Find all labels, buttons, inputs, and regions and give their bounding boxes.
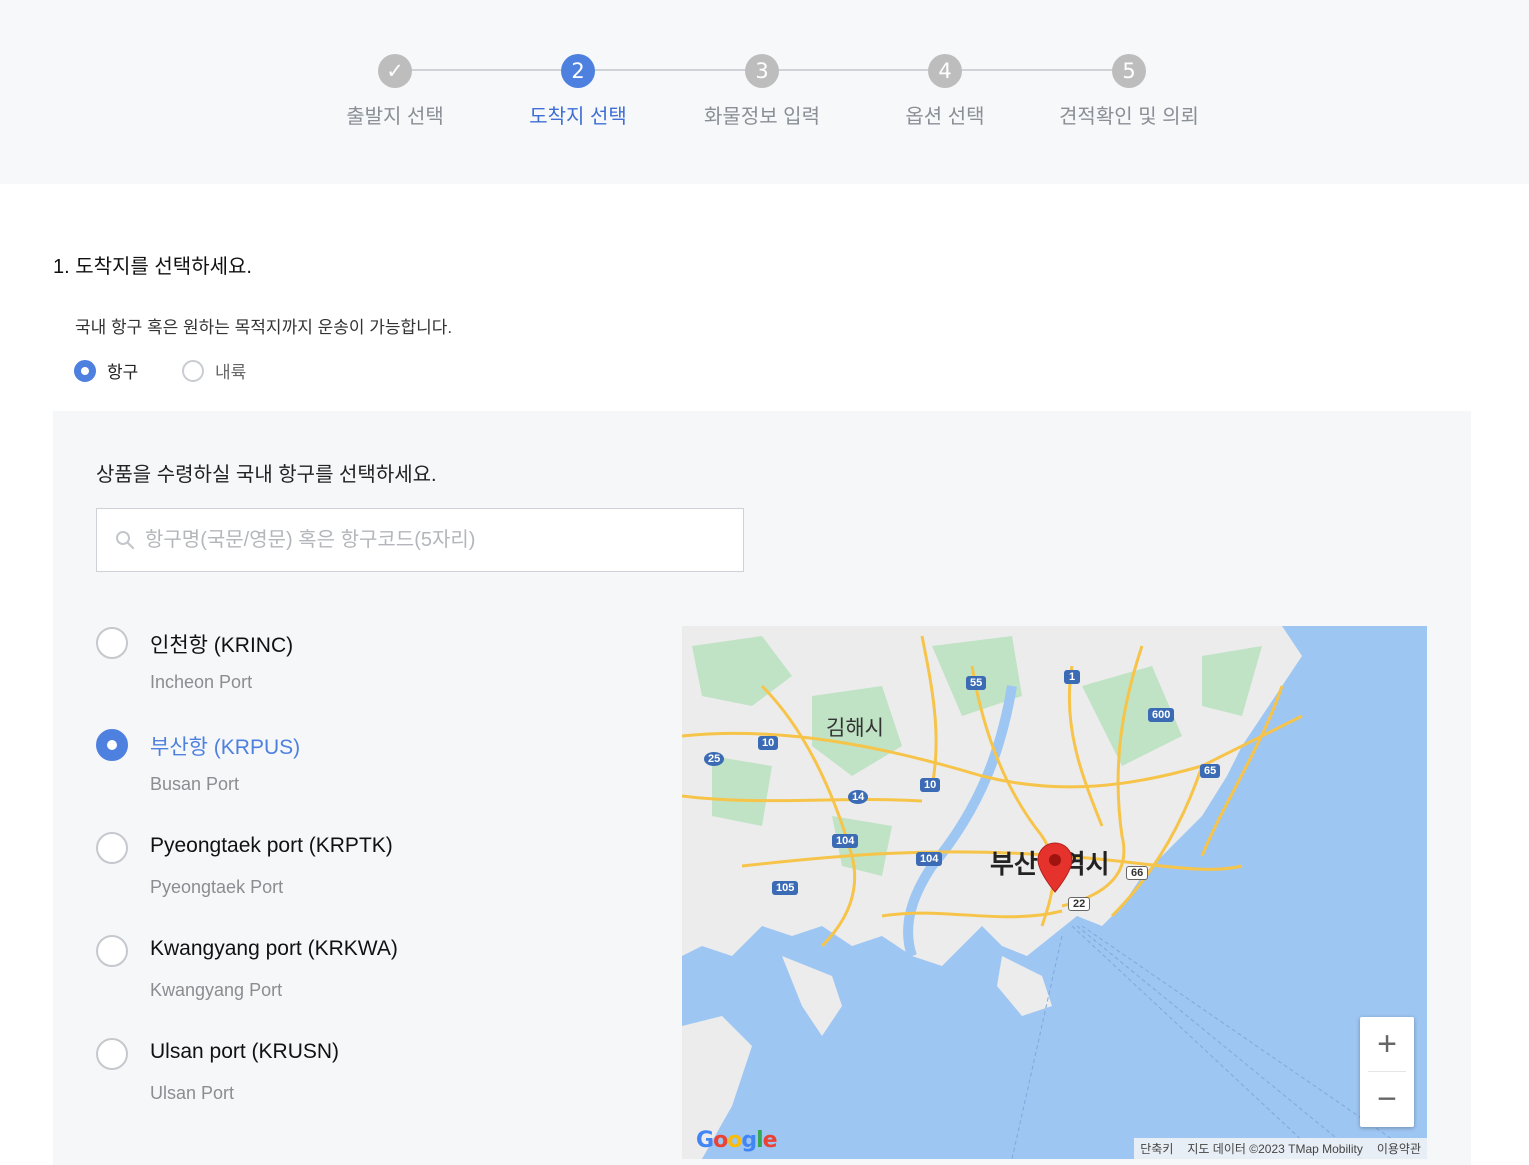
port-name: Kwangyang port (KRKWA)	[150, 937, 398, 960]
shipping-lanes	[1011, 925, 1403, 1159]
road-shield: 66	[1126, 866, 1149, 880]
step-3-label: 화물정보 입력	[704, 106, 820, 128]
port-name: Pyeongtaek port (KRPTK)	[150, 834, 393, 857]
port-name: Ulsan port (KRUSN)	[150, 1040, 340, 1063]
step-3: 3 화물정보 입력	[672, 54, 852, 129]
road-shield: 22	[1068, 897, 1091, 911]
port-radio-busan[interactable]	[96, 729, 128, 761]
step-3-number: 3	[745, 54, 779, 88]
google-logo: Google	[696, 1128, 778, 1153]
road-shield: 65	[1200, 764, 1221, 778]
step-5: 5 견적확인 및 의뢰	[1039, 54, 1219, 129]
port-name: 부산항 (KRPUS)	[150, 736, 301, 759]
road-shield: 10	[920, 778, 941, 792]
port-radio-kwangyang[interactable]	[96, 935, 128, 967]
city-label-gimhae: 김해시	[826, 717, 884, 740]
road-shield: 104	[832, 834, 859, 848]
road-shield: 600	[1148, 708, 1175, 722]
keyboard-shortcuts-link[interactable]: 단축키	[1140, 1140, 1173, 1157]
port-radio-ulsan[interactable]	[96, 1038, 128, 1070]
port-english-name: Busan Port	[150, 774, 240, 794]
option-inland[interactable]: 내륙	[182, 358, 246, 383]
port-english-name: Incheon Port	[150, 672, 253, 692]
inland-radio[interactable]	[182, 359, 204, 382]
zoom-in-button[interactable]: +	[1360, 1017, 1414, 1072]
step-1-label: 출발지 선택	[346, 106, 444, 128]
terms-link[interactable]: 이용약관	[1377, 1140, 1421, 1157]
port-english-name: Kwangyang Port	[150, 980, 283, 1000]
port-search-input[interactable]	[145, 528, 705, 552]
port-radio-pyeongtaek[interactable]	[96, 832, 128, 864]
map-view[interactable]: 김해시 부산광역시 55 1 600 10 25 65 14 10 104 10…	[682, 626, 1427, 1159]
road-shield: 105	[772, 881, 799, 895]
section-title: 1. 도착지를 선택하세요.	[53, 256, 252, 278]
road-shield: 10	[758, 736, 779, 750]
port-radio[interactable]	[74, 359, 96, 382]
zoom-divider	[1368, 1071, 1406, 1072]
option-port[interactable]: 항구	[74, 358, 138, 383]
step-2-number: 2	[561, 54, 595, 88]
step-4-number: 4	[928, 54, 962, 88]
zoom-out-button[interactable]: −	[1360, 1072, 1414, 1127]
island	[782, 956, 842, 1036]
map-pin-icon[interactable]	[1037, 842, 1073, 894]
port-search-box[interactable]	[96, 508, 744, 572]
step-4-label: 옵션 선택	[905, 106, 985, 128]
step-1-check-icon: ✓	[378, 54, 412, 88]
road-shield: 104	[916, 852, 943, 866]
road-shield: 55	[966, 676, 987, 690]
search-icon	[116, 531, 135, 550]
step-5-number: 5	[1112, 54, 1146, 88]
section-description: 국내 항구 혹은 원하는 목적지까지 운송이 가능합니다.	[75, 318, 453, 337]
port-name: 인천항 (KRINC)	[150, 634, 294, 657]
map-data-credit: 지도 데이터 ©2023 TMap Mobility	[1187, 1142, 1363, 1156]
road-shield: 1	[1064, 670, 1081, 684]
port-radio-incheon[interactable]	[96, 627, 128, 659]
park-area	[712, 756, 772, 826]
option-port-label: 항구	[107, 363, 139, 382]
step-2: 2 도착지 선택	[488, 54, 668, 129]
port-english-name: Pyeongtaek Port	[150, 877, 284, 897]
zoom-controls: + −	[1360, 1017, 1414, 1127]
island	[997, 956, 1052, 1016]
panel-title: 상품을 수령하실 국내 항구를 선택하세요.	[96, 464, 437, 486]
step-5-label: 견적확인 및 의뢰	[1059, 106, 1199, 128]
step-1: ✓ 출발지 선택	[305, 54, 485, 129]
map-attribution: 단축키 지도 데이터 ©2023 TMap Mobility 이용약관	[1134, 1138, 1427, 1159]
port-english-name: Ulsan Port	[150, 1083, 235, 1103]
option-inland-label: 내륙	[215, 363, 247, 382]
step-4: 4 옵션 선택	[855, 54, 1035, 129]
step-2-label: 도착지 선택	[529, 106, 627, 128]
